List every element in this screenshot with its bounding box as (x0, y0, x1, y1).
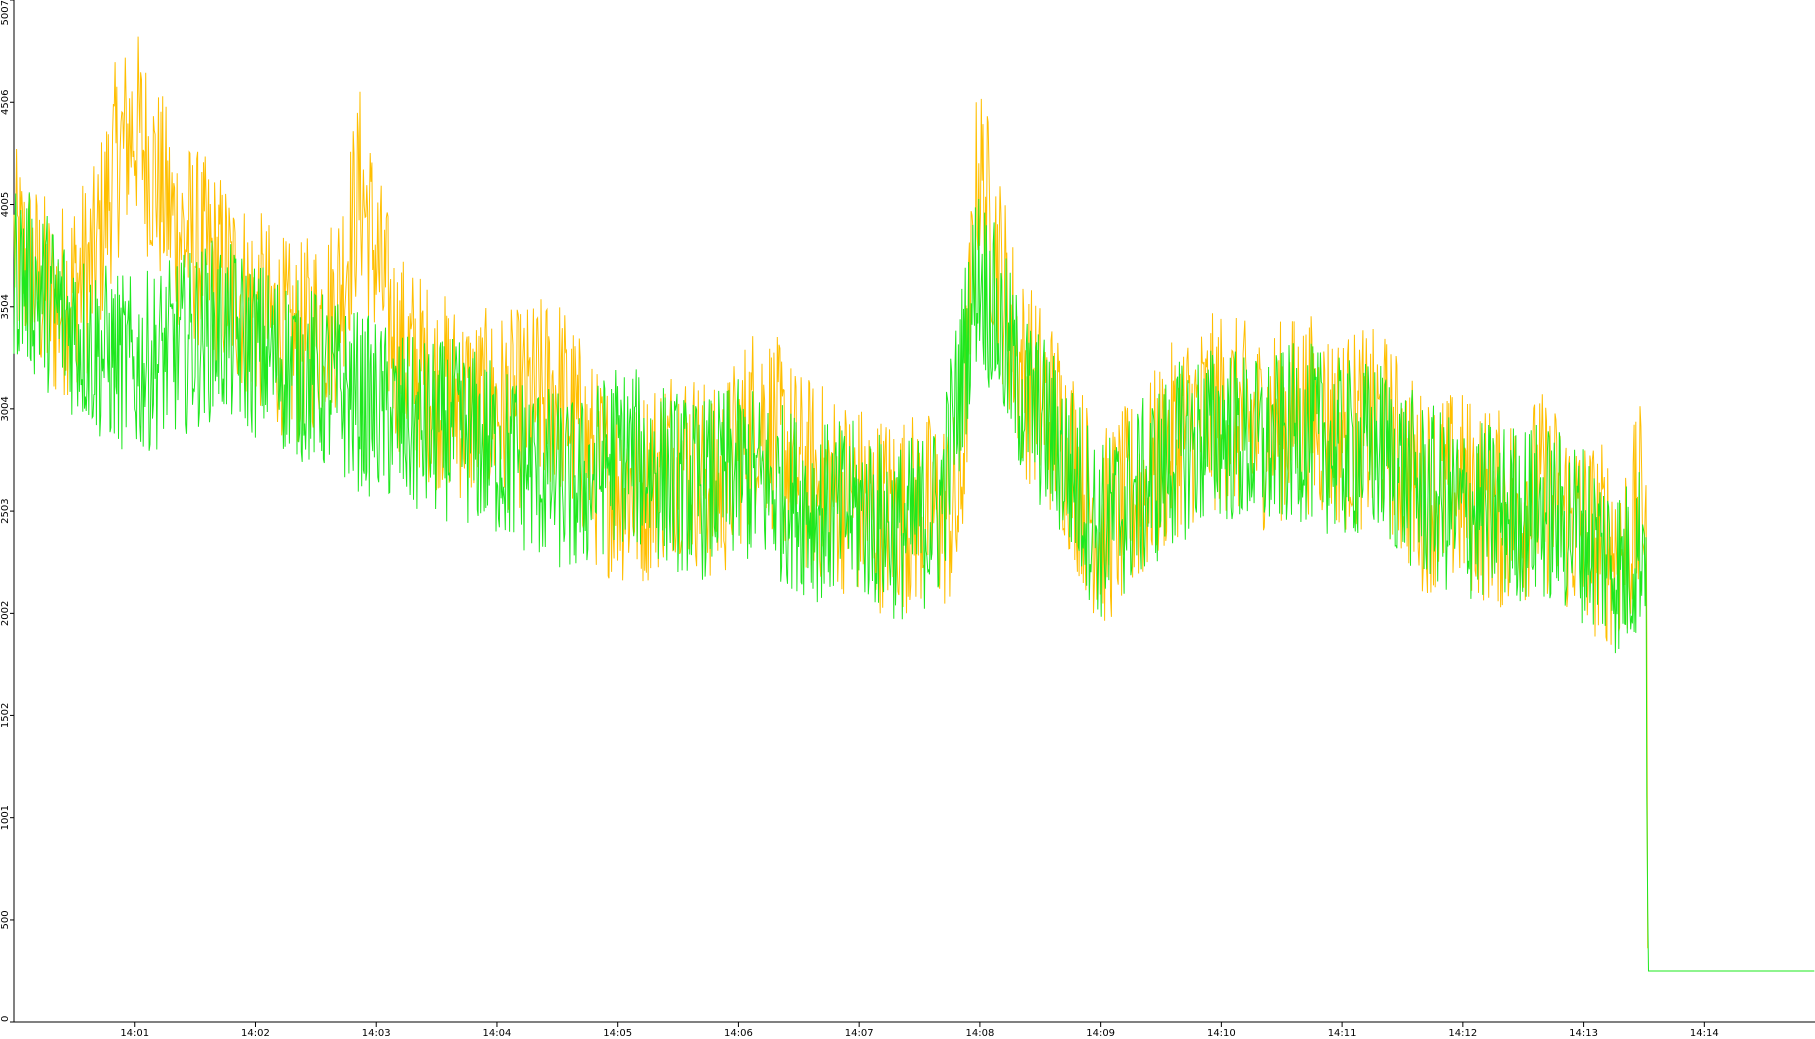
y-tick-label: 4005 (0, 192, 11, 217)
y-tick-label: 2503 (0, 498, 11, 523)
y-tick-label: 500 (0, 910, 11, 929)
x-tick-label: 14:11 (1328, 1028, 1357, 1039)
x-axis: 14:01 14:02 14:03 14:04 14:05 14:06 14:07 14:08… (14, 1021, 1815, 1039)
x-tick-label: 14:13 (1569, 1028, 1598, 1039)
y-axis: 0 500 1001 1502 2002 2503 3004 3504 4005 4506 5007 (0, 0, 15, 1023)
y-tick-label: 1502 (0, 703, 11, 728)
y-tick-label: 0 (0, 1016, 11, 1022)
x-tick-label: 14:12 (1448, 1028, 1477, 1039)
y-tick-label: 3004 (0, 396, 11, 421)
y-tick-label: 1001 (0, 805, 11, 830)
x-tick-label: 14:07 (845, 1028, 874, 1039)
x-tick-label: 14:08 (965, 1028, 994, 1039)
x-tick-label: 14:01 (120, 1028, 149, 1039)
x-tick-label: 14:05 (603, 1028, 632, 1039)
x-tick-label: 14:06 (724, 1028, 753, 1039)
series-line-0 (13, 36, 1649, 949)
y-tick-label: 3504 (0, 294, 11, 319)
x-tick-label: 14:09 (1086, 1028, 1115, 1039)
x-tick-label: 14:10 (1207, 1028, 1236, 1039)
series-line-1 (13, 192, 1815, 972)
y-tick-label: 4506 (0, 90, 11, 115)
x-tick-label: 14:03 (362, 1028, 391, 1039)
x-tick-label: 14:14 (1690, 1028, 1719, 1039)
series-layer (13, 36, 1815, 972)
x-tick-label: 14:02 (241, 1028, 270, 1039)
y-tick-label: 5007 (0, 0, 11, 25)
x-tick-label: 14:04 (483, 1028, 512, 1039)
y-tick-label: 2002 (0, 601, 11, 626)
time-series-chart: 0 500 1001 1502 2002 2503 3004 3504 4005 4506 5007… (0, 0, 1815, 1039)
